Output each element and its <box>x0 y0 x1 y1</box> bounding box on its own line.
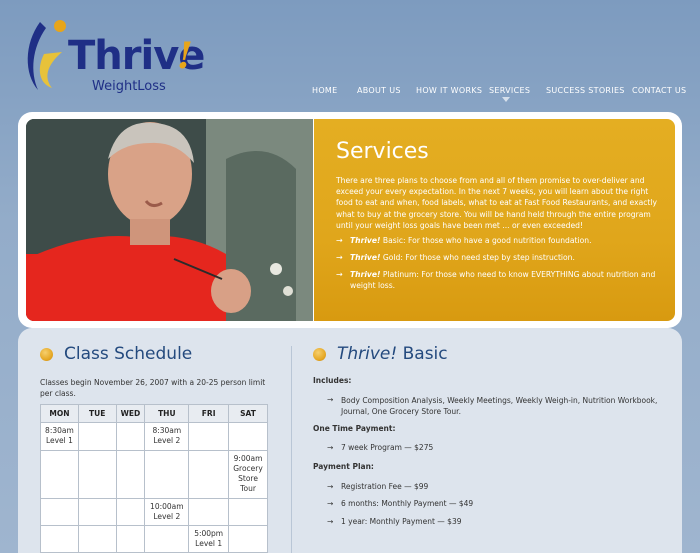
col-sat: SAT <box>228 404 268 423</box>
page-title: Services <box>336 139 429 164</box>
table-cell <box>188 422 230 451</box>
plan-item-basic: → Thrive! Basic: For those who have a goo… <box>336 235 658 246</box>
table-cell: 10:00am Level 2 <box>144 498 190 526</box>
col-mon: MON <box>40 404 79 423</box>
col-thu: THU <box>144 404 190 423</box>
logo-exclamation: ! <box>177 35 193 77</box>
plan-brand: Thrive! <box>350 253 381 262</box>
schedule-title: Class Schedule <box>64 344 193 364</box>
table-cell <box>40 525 79 553</box>
table-cell: 8:30am Level 2 <box>144 422 190 451</box>
col-wed: WED <box>115 404 146 423</box>
nav-contact-us[interactable]: CONTACT US <box>632 86 686 95</box>
arrow-icon: → <box>336 253 343 262</box>
nav-home[interactable]: HOME <box>312 86 337 95</box>
col-fri: FRI <box>188 404 230 423</box>
table-row: 10:00am Level 2 <box>40 498 268 526</box>
one-time-label: One Time Payment: <box>313 424 396 433</box>
table-cell <box>228 422 268 451</box>
nav-success-stories[interactable]: SUCCESS STORIES <box>546 86 625 95</box>
hero-intro-text: There are three plans to choose from and… <box>336 176 657 230</box>
table-cell <box>188 498 230 526</box>
table-cell <box>144 450 190 499</box>
column-divider <box>291 346 292 553</box>
table-cell <box>77 450 117 499</box>
nav-how-it-works[interactable]: HOW IT WORKS <box>416 86 482 95</box>
table-cell <box>77 498 117 526</box>
orange-dot-icon <box>313 348 326 361</box>
table-cell <box>115 422 146 451</box>
table-cell <box>144 525 190 553</box>
plan-level: Basic <box>380 236 404 245</box>
table-cell <box>115 498 146 526</box>
plan-six-months: 6 months: Monthly Payment — $49 <box>341 499 474 508</box>
table-row: 5:00pm Level 1 <box>40 525 268 553</box>
arrow-icon: → <box>327 517 334 526</box>
table-row: 8:30am Level 1 8:30am Level 2 <box>40 422 268 451</box>
schedule-table: MON TUE WED THU FRI SAT 8:30am Level 1 8… <box>40 404 268 553</box>
nav-services[interactable]: SERVICES <box>489 86 530 95</box>
arrow-icon: → <box>327 499 334 508</box>
includes-text: Body Composition Analysis, Weekly Meetin… <box>341 396 658 416</box>
table-cell: 9:00am Grocery Store Tour <box>228 450 268 499</box>
plan-brand: Thrive! <box>350 236 381 245</box>
orange-dot-icon <box>40 348 53 361</box>
plan-level: Platinum <box>380 270 417 279</box>
basic-title-rest: Basic <box>397 344 448 364</box>
table-cell <box>188 450 230 499</box>
logo-subtitle: WeightLoss <box>92 79 166 94</box>
table-header-row: MON TUE WED THU FRI SAT <box>40 404 268 423</box>
hero-photo <box>26 119 313 321</box>
plan-one-year: 1 year: Monthly Payment — $39 <box>341 517 462 526</box>
plan-list: → Thrive! Basic: For those who have a goo… <box>336 235 658 297</box>
table-cell: 8:30am Level 1 <box>40 422 79 451</box>
arrow-icon: → <box>327 443 334 452</box>
plan-item-platinum: → Thrive! Platinum: For those who need to… <box>336 269 658 291</box>
nav-active-indicator-icon <box>502 97 510 102</box>
hero-person-illustration <box>26 119 313 321</box>
plan-level: Gold <box>380 253 401 262</box>
payment-plan-label: Payment Plan: <box>313 462 374 471</box>
arrow-icon: → <box>327 395 334 404</box>
table-cell <box>77 422 117 451</box>
arrow-icon: → <box>336 270 343 279</box>
basic-title-brand: Thrive! <box>337 344 398 364</box>
arrow-icon: → <box>327 482 334 491</box>
one-time-price: 7 week Program — $275 <box>341 443 434 452</box>
table-cell <box>115 525 146 553</box>
table-cell <box>77 525 117 553</box>
plan-registration: Registration Fee — $99 <box>341 482 429 491</box>
logo[interactable]: Thrive ! WeightLoss <box>22 14 205 104</box>
table-cell: 5:00pm Level 1 <box>188 525 230 553</box>
plan-desc: : For those who have a good nutrition fo… <box>403 236 592 245</box>
arrow-icon: → <box>336 236 343 245</box>
nav-about-us[interactable]: ABOUT US <box>357 86 401 95</box>
hero-panel: Services There are three plans to choose… <box>314 119 675 321</box>
includes-label: Includes: <box>313 376 352 385</box>
table-cell <box>115 450 146 499</box>
table-row: 9:00am Grocery Store Tour <box>40 450 268 499</box>
plan-brand: Thrive! <box>350 270 381 279</box>
table-cell <box>228 525 268 553</box>
basic-title: Thrive! Basic <box>337 344 448 364</box>
col-tue: TUE <box>77 404 117 423</box>
table-cell <box>40 450 79 499</box>
schedule-intro: Classes begin November 26, 2007 with a 2… <box>40 378 266 398</box>
table-cell <box>228 498 268 526</box>
table-cell <box>40 498 79 526</box>
plan-desc: : For those who need step by step instru… <box>400 253 575 262</box>
plan-item-gold: → Thrive! Gold: For those who need step b… <box>336 252 658 263</box>
